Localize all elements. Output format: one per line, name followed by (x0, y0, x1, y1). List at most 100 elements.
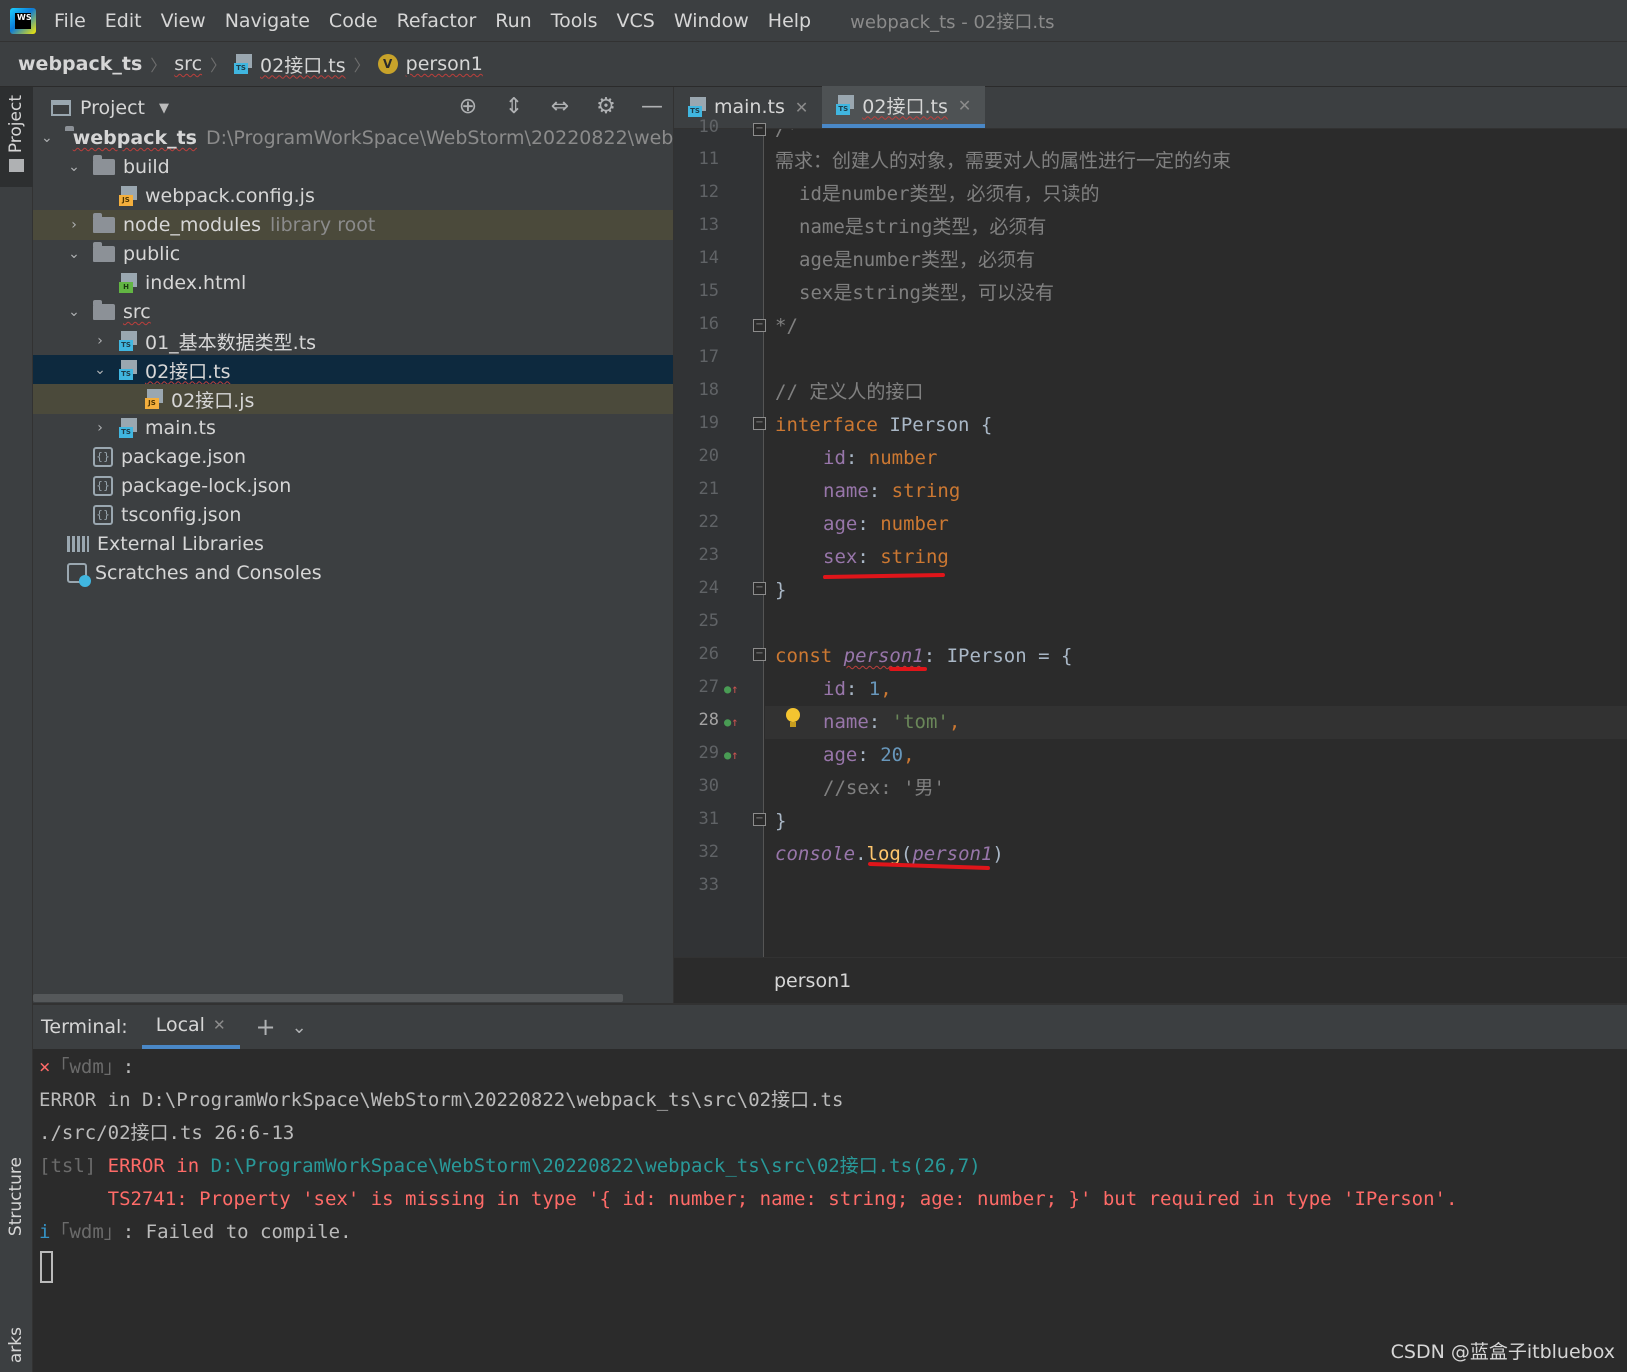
tree-item-label: webpack.config.js (145, 185, 315, 207)
horizontal-scrollbar[interactable] (33, 994, 623, 1002)
code-punct: : (845, 678, 869, 700)
chevron-down-icon[interactable]: ⌄ (67, 159, 81, 175)
terminal-path-link[interactable]: D:\ProgramWorkSpace\WebStorm\20220822\we… (211, 1155, 981, 1177)
chevron-down-icon[interactable]: ⌄ (67, 246, 81, 262)
tree-item-label: package.json (121, 446, 247, 468)
lightbulb-icon[interactable] (785, 708, 801, 728)
tree-item-build[interactable]: ⌄ build (33, 152, 673, 182)
code-comment: 定义人的接口 (809, 381, 924, 403)
breadcrumb-project[interactable]: webpack_ts (18, 53, 142, 75)
code-property: id (823, 678, 846, 700)
editor-gutter[interactable]: 10 11 12 13 14 15 16 17 18 19 20 21 22 2… (674, 117, 766, 957)
code-punct: : (868, 711, 892, 733)
menu-tools[interactable]: Tools (551, 10, 598, 32)
chevron-right-icon[interactable]: › (93, 420, 107, 436)
code-comment: 是 (833, 282, 853, 304)
structure-tool-button[interactable]: Structure (0, 1157, 33, 1257)
terminal-line: TS2741: Property 'sex' is missing in typ… (39, 1183, 1458, 1216)
project-tool-button[interactable]: Project (0, 87, 33, 187)
terminal-output[interactable]: ×「wdm」: ERROR in D:\ProgramWorkSpace\Web… (33, 1049, 1627, 1372)
locate-icon[interactable]: ⊕ (455, 94, 481, 120)
bookmarks-tool-button[interactable]: arks (0, 1327, 33, 1372)
menu-view[interactable]: View (161, 10, 206, 32)
tree-item-01-basic-types[interactable]: › 01_基本数据类型.ts (33, 326, 673, 356)
code-comment: string (863, 216, 933, 238)
menu-vcs[interactable]: VCS (617, 10, 655, 32)
code-line-23: sex: string (823, 541, 949, 574)
code-property: sex (823, 546, 858, 568)
hide-panel-icon[interactable]: — (639, 94, 665, 120)
tree-item-node-modules[interactable]: › node_modules library root (33, 210, 673, 240)
variable-icon: V (377, 54, 398, 74)
chevron-down-icon[interactable]: ⌄ (67, 304, 81, 320)
code-line-28: name: 'tom', (765, 706, 1627, 739)
code-comment: 类型，可以没有 (920, 282, 1054, 304)
tree-item-package-json[interactable]: {} package.json (33, 442, 673, 472)
menu-file[interactable]: File (54, 10, 86, 32)
tab-local-terminal[interactable]: Local ✕ (141, 1005, 240, 1049)
line-number: 31 (698, 809, 719, 829)
editor-breadcrumb-item[interactable]: person1 (774, 970, 851, 992)
code-text-area[interactable]: /* 需求：创建人的对象，需要对人的属性进行一定的约束 id是number类型，… (765, 129, 1627, 957)
code-comment: 男 (914, 777, 934, 799)
tree-item-external-libraries[interactable]: External Libraries (33, 529, 673, 559)
tree-item-label: package-lock.json (121, 475, 292, 497)
tree-item-index-html[interactable]: index.html (33, 268, 673, 298)
code-line-20: id: number (823, 442, 937, 475)
collapse-all-icon[interactable]: ⇔ (547, 94, 573, 120)
menu-edit[interactable]: Edit (105, 10, 142, 32)
close-icon[interactable]: ✕ (213, 1016, 226, 1034)
chevron-down-icon[interactable]: ⌄ (41, 130, 53, 146)
terminal-cursor (40, 1251, 53, 1283)
menu-navigate[interactable]: Navigate (225, 10, 310, 32)
code-punct: : (868, 480, 892, 502)
code-punct: . (855, 843, 867, 865)
menu-help[interactable]: Help (768, 10, 811, 32)
tree-item-webpack-ts[interactable]: ⌄ webpack_ts D:\ProgramWorkSpace\WebStor… (33, 123, 673, 153)
code-line-12: id是number类型，必须有，只读的 (799, 178, 1100, 211)
menu-code[interactable]: Code (329, 10, 378, 32)
project-panel-title[interactable]: Project (80, 97, 145, 119)
implements-marker-icon[interactable]: ●↑ (724, 682, 738, 696)
breadcrumb-file[interactable]: 02接口.ts (260, 51, 346, 78)
close-icon[interactable]: ✕ (795, 98, 808, 117)
implements-marker-icon[interactable]: ●↑ (724, 715, 738, 729)
tree-item-package-lock-json[interactable]: {} package-lock.json (33, 471, 673, 501)
tree-item-main-ts[interactable]: › main.ts (33, 413, 673, 443)
chevron-right-icon[interactable]: › (93, 333, 107, 349)
code-line-11: 需求：创建人的对象，需要对人的属性进行一定的约束 (775, 145, 1231, 178)
gear-icon[interactable]: ⚙ (593, 94, 619, 120)
expand-all-icon[interactable]: ⇕ (501, 94, 527, 120)
tree-item-02-interface-js[interactable]: 02接口.js (33, 384, 673, 414)
tree-item-src[interactable]: ⌄ src (33, 297, 673, 327)
breadcrumb-symbol[interactable]: person1 (406, 53, 483, 75)
tree-item-label: src (123, 301, 151, 323)
chevron-right-icon[interactable]: › (67, 217, 81, 233)
code-variable: person1 (912, 843, 993, 865)
close-icon[interactable]: ✕ (958, 96, 971, 115)
line-number: 17 (698, 347, 719, 367)
bookmarks-tool-label: arks (6, 1327, 26, 1364)
tree-item-tsconfig-json[interactable]: {} tsconfig.json (33, 500, 673, 530)
code-comment: sex (799, 282, 834, 304)
menu-refactor[interactable]: Refactor (397, 10, 477, 32)
tree-item-02-interface-ts[interactable]: ⌄ 02接口.ts (33, 355, 673, 385)
tree-item-public[interactable]: ⌄ public (33, 239, 673, 269)
chevron-down-icon[interactable]: ▼ (159, 101, 169, 116)
code-identifier: IPerson { (877, 414, 993, 436)
code-punct: , (880, 678, 892, 700)
code-property: name (823, 480, 869, 502)
scratches-icon (67, 563, 91, 587)
add-terminal-icon[interactable]: + (256, 1013, 276, 1041)
menu-run[interactable]: Run (495, 10, 531, 32)
terminal-text: ERROR in D:\ProgramWorkSpace\WebStorm\20… (39, 1089, 844, 1111)
tree-item-webpack-config[interactable]: webpack.config.js (33, 181, 673, 211)
chevron-down-icon[interactable]: ⌄ (292, 1017, 307, 1038)
tab-02-interface-ts[interactable]: 02接口.ts ✕ (822, 86, 986, 128)
implements-marker-icon[interactable]: ●↑ (724, 748, 738, 762)
tree-item-scratches[interactable]: Scratches and Consoles (33, 558, 673, 588)
line-number: 32 (698, 842, 719, 862)
menu-window[interactable]: Window (674, 10, 749, 32)
chevron-down-icon[interactable]: ⌄ (93, 362, 107, 378)
breadcrumb-folder[interactable]: src (174, 53, 202, 75)
